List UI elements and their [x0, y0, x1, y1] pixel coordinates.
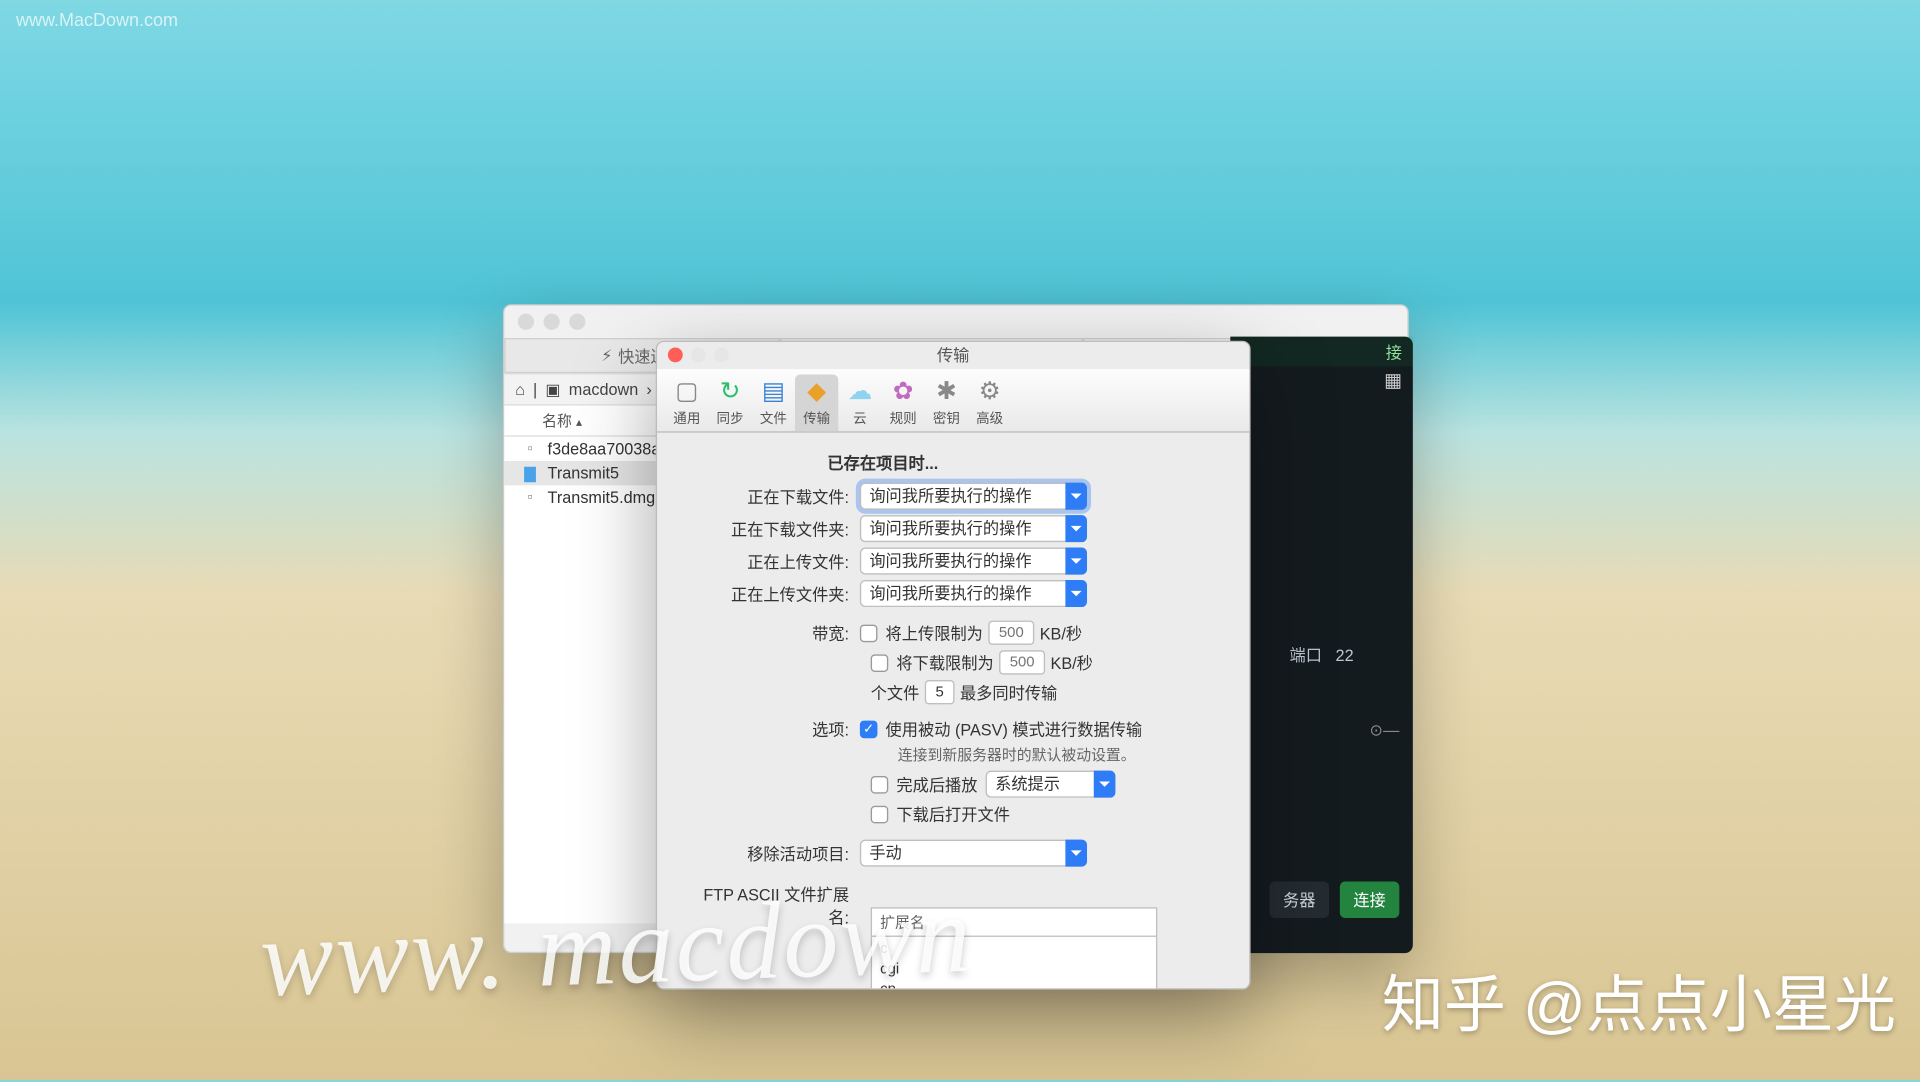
chevron-down-icon [1065, 515, 1087, 542]
port-field[interactable]: 端口22 [1230, 644, 1413, 667]
checkbox-open-after[interactable] [871, 806, 889, 824]
zoom-icon[interactable] [569, 314, 585, 330]
files-suffix: 最多同时传输 [960, 681, 1057, 704]
tab-keys[interactable]: ✱密钥 [925, 375, 968, 432]
select-sound[interactable]: 系统提示 [986, 771, 1116, 798]
home-icon: ⌂ [515, 380, 525, 399]
label-ascii: FTP ASCII 文件扩展名: [698, 880, 860, 929]
tab-sync[interactable]: ↻同步 [708, 375, 751, 432]
label-options: 选项: [698, 718, 860, 741]
limit-upload-label: 将上传限制为 [886, 621, 983, 644]
limit-download-field[interactable] [999, 650, 1045, 674]
tab-advanced[interactable]: ⚙高级 [968, 375, 1011, 432]
limit-upload-field[interactable] [988, 621, 1034, 645]
checkbox-pasv[interactable] [860, 721, 878, 739]
select-remove[interactable]: 手动 [860, 840, 1087, 867]
titlebar [504, 306, 1407, 338]
server-button[interactable]: 务器 [1269, 882, 1329, 919]
chevron-down-icon [1065, 840, 1087, 867]
grid-icon[interactable]: ▦ [1230, 369, 1413, 392]
tab-files[interactable]: ▤文件 [752, 375, 795, 432]
label-dl-file: 正在下载文件: [698, 485, 860, 508]
open-after-label: 下载后打开文件 [896, 803, 1010, 826]
label-dl-folder: 正在下载文件夹: [698, 517, 860, 540]
credit-text: 知乎 @点点小星光 [1382, 954, 1896, 1044]
window-title: 传输 [657, 342, 1249, 369]
checkbox-limit-download[interactable] [871, 654, 889, 672]
label-bandwidth: 带宽: [698, 621, 860, 644]
ext-header: 扩展名 [871, 907, 1158, 937]
key-icon[interactable]: ⊙— [1230, 721, 1413, 740]
pref-toolbar: ▢通用 ↻同步 ▤文件 ◆传输 ☁云 ✿规则 ✱密钥 ⚙高级 [657, 369, 1249, 433]
remote-pane: 接 ▦ 端口22 ⊙— 务器 连接 [1230, 337, 1413, 954]
pasv-hint: 连接到新服务器时的默认被动设置。 [898, 744, 1209, 766]
ext-item[interactable]: cgi [880, 960, 1148, 980]
close-icon[interactable] [518, 314, 534, 330]
doc-icon: ▫ [521, 488, 540, 507]
ext-item[interactable]: c [880, 940, 1148, 960]
ext-item[interactable]: cp [880, 980, 1148, 988]
disk-icon: ▣ [545, 380, 560, 399]
close-icon[interactable] [668, 347, 683, 362]
ext-list[interactable]: c cgi cp cpp css [871, 937, 1158, 988]
play-after-label: 完成后播放 [896, 773, 977, 796]
label-ul-file: 正在上传文件: [698, 550, 860, 573]
files-prefix: 个文件 [871, 681, 920, 704]
checkbox-limit-upload[interactable] [860, 624, 878, 642]
select-ul-folder[interactable]: 询问我所要执行的操作 [860, 580, 1087, 607]
tab-transfer[interactable]: ◆传输 [795, 375, 838, 432]
checkbox-play-sound[interactable] [871, 775, 889, 793]
chevron-down-icon [1094, 771, 1116, 798]
select-dl-file[interactable]: 询问我所要执行的操作 [860, 483, 1087, 510]
tab-general[interactable]: ▢通用 [665, 375, 708, 432]
chevron-down-icon [1065, 483, 1087, 510]
unit-label: KB/秒 [1040, 621, 1082, 644]
select-dl-folder[interactable]: 询问我所要执行的操作 [860, 515, 1087, 542]
label-ul-folder: 正在上传文件夹: [698, 582, 860, 605]
preferences-window: 传输 ▢通用 ↻同步 ▤文件 ◆传输 ☁云 ✿规则 ✱密钥 ⚙高级 已存在项目时… [656, 341, 1251, 990]
minimize-icon[interactable] [691, 347, 706, 362]
doc-icon: ▫ [521, 439, 540, 458]
zoom-icon[interactable] [714, 347, 729, 362]
select-ul-file[interactable]: 询问我所要执行的操作 [860, 548, 1087, 575]
folder-icon: ▇ [521, 464, 540, 483]
tab-cloud[interactable]: ☁云 [838, 375, 881, 432]
chevron-down-icon [1065, 548, 1087, 575]
remote-tab[interactable]: 接 [1230, 337, 1413, 367]
label-remove: 移除活动项目: [698, 842, 860, 865]
tab-rules[interactable]: ✿规则 [882, 375, 925, 432]
unit-label: KB/秒 [1051, 651, 1093, 674]
pasv-label: 使用被动 (PASV) 模式进行数据传输 [886, 718, 1143, 741]
connect-button[interactable]: 连接 [1340, 882, 1400, 919]
concurrent-field[interactable] [925, 680, 955, 704]
chevron-down-icon [1065, 580, 1087, 607]
minimize-icon[interactable] [544, 314, 560, 330]
section-title: 已存在项目时... [827, 452, 1208, 475]
limit-download-label: 将下载限制为 [896, 651, 993, 674]
